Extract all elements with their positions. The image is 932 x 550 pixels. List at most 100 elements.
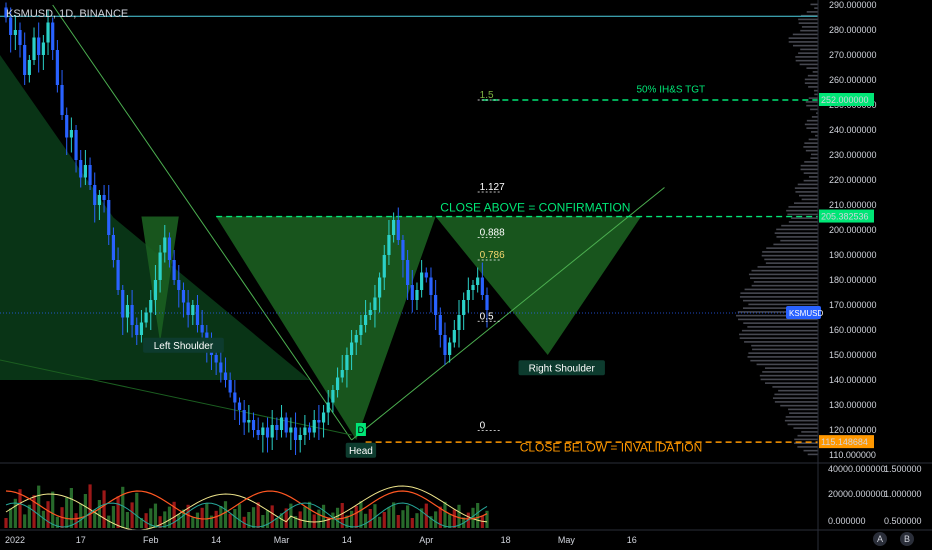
candle-body (378, 277, 382, 298)
volume-bar (359, 501, 363, 528)
candle-body (331, 390, 335, 403)
price-tick-label: 160.000000 (829, 325, 877, 335)
candle-body (144, 312, 148, 323)
candle-body (37, 37, 41, 55)
volume-bar (214, 510, 218, 528)
candle-body (139, 322, 144, 335)
candle-body (335, 377, 340, 390)
target-price-tag: 252.000000 (821, 95, 869, 105)
volume-profile-bar (805, 101, 818, 103)
volume-profile-bar (748, 273, 818, 276)
volume-profile-bar (750, 359, 818, 362)
candle-body (27, 60, 31, 75)
volume-profile-bar (773, 243, 818, 246)
volume-profile-bar (795, 56, 818, 58)
volume-bar (223, 501, 228, 528)
price-tick-label: 290.000000 (829, 0, 877, 10)
time-tick-label: 14 (342, 535, 352, 545)
candle-body (401, 240, 405, 260)
invalidation-label: CLOSE BELOW = INVALIDATION (520, 440, 703, 454)
chart-header-symbol[interactable]: KSMUSD, 1D, BINANCE (6, 8, 128, 20)
time-tick-label: May (558, 535, 576, 545)
volume-bar (191, 517, 195, 528)
candle-body (307, 427, 312, 433)
candle-body (406, 260, 410, 285)
volume-bar (102, 490, 106, 528)
volume-bar (406, 505, 410, 528)
price-tick-label: 120.000000 (829, 425, 877, 435)
volume-profile-bar (794, 187, 818, 189)
candle-body (392, 220, 396, 235)
volume-profile-bar (739, 296, 818, 298)
candle-body (466, 290, 470, 300)
price-tick-label: 170.000000 (829, 300, 877, 310)
volume-profile-bar (807, 453, 818, 456)
volume-profile-bar (774, 393, 818, 396)
volume-bar (485, 510, 489, 528)
candle-body (125, 305, 130, 318)
volume-profile-bar (772, 397, 818, 399)
volume-profile-bar (751, 284, 818, 287)
volume-bar (144, 513, 148, 528)
candle-body (382, 255, 386, 278)
time-tick-label: 18 (501, 535, 511, 545)
candle-body (219, 362, 223, 373)
volume-profile-bar (760, 378, 818, 381)
volume-profile-bar (812, 71, 818, 73)
volume-profile-bar (756, 363, 818, 366)
volume-bar (177, 514, 181, 528)
time-tick-label: Feb (143, 535, 159, 545)
price-tick-label: 220.000000 (829, 175, 877, 185)
candle-body (74, 130, 78, 160)
candle-body (284, 417, 288, 433)
candle-body (345, 355, 349, 370)
volume-bar (396, 515, 400, 528)
candle-body (298, 435, 302, 440)
volume-bar (200, 507, 204, 528)
volume-bar (88, 484, 92, 528)
volume-profile-bar (786, 209, 818, 212)
volume-profile-bar (792, 33, 818, 36)
volume-profile-bar (780, 404, 818, 407)
candle-body (359, 325, 363, 335)
volume-bar (111, 506, 116, 528)
candle-body (149, 300, 153, 313)
candle-body (55, 50, 59, 85)
price-tick-label: 110.000000 (829, 450, 876, 460)
candle-body (233, 392, 237, 403)
volume-profile-bar (761, 254, 818, 257)
volume-profile-bar (784, 419, 818, 422)
candle-body (462, 300, 466, 315)
candle-body (270, 425, 274, 438)
volume-profile-bar (805, 149, 818, 152)
badge-b: B (904, 534, 910, 544)
candle-body (97, 195, 101, 205)
volume-profile-bar (751, 344, 818, 347)
volume-profile-bar (798, 194, 818, 197)
volume-profile-bar (743, 299, 818, 302)
candle-body (46, 22, 50, 43)
volume-bar (233, 509, 237, 528)
candle-body (317, 420, 321, 423)
volume-bar (349, 510, 354, 528)
volume-profile-bar (744, 341, 818, 343)
time-tick-label: 2022 (5, 535, 25, 545)
candle-body (424, 272, 428, 278)
candle-body (111, 235, 116, 260)
volume-profile-bar (806, 127, 818, 129)
volume-profile-bar (739, 337, 818, 339)
candle-body (321, 412, 326, 423)
candle-body (191, 305, 195, 315)
price-tick-label: 190.000000 (829, 250, 877, 260)
candle-body (69, 130, 73, 138)
volume-bar (363, 513, 368, 528)
time-tick-label: 16 (627, 535, 637, 545)
volume-profile-bar (762, 371, 818, 373)
ksmusd-chart[interactable]: 1.5 1.127 0.888 0.786 0.5 0 CLOSE ABOVE = CON… (0, 0, 932, 550)
volume-profile-bar (811, 116, 818, 118)
volume-profile-bar (806, 67, 818, 69)
volume-profile-bar (788, 206, 818, 208)
volume-bar (83, 494, 87, 528)
candle-body (289, 427, 293, 433)
candle-body (443, 335, 447, 355)
